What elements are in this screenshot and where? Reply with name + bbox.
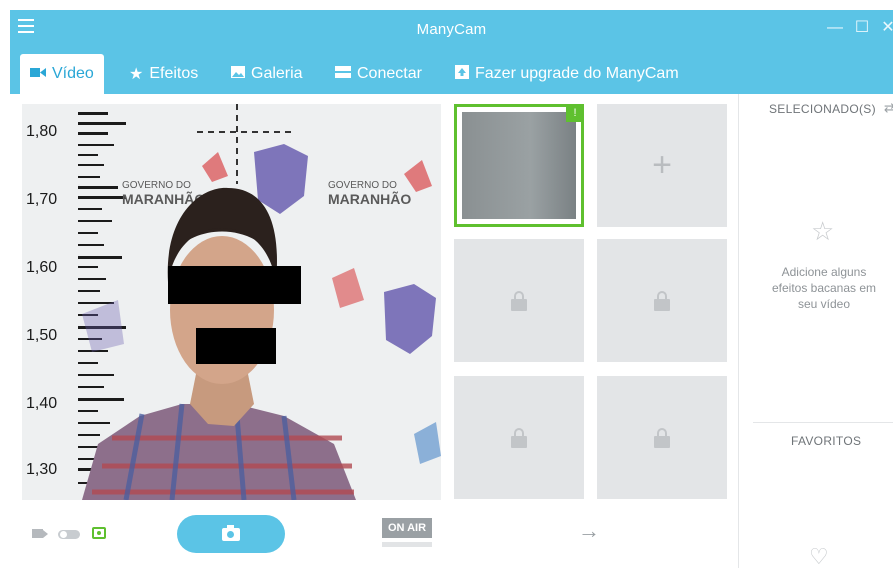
tab-upgrade[interactable]: Fazer upgrade do ManyCam [445,54,689,94]
minimize-icon[interactable]: — [825,18,845,38]
empty-effects-message: Adicione alguns efeitos bacanas em seu v… [771,265,877,311]
ruler-label: 1,70 [26,191,57,208]
plus-icon: + [652,146,672,184]
next-arrow-icon[interactable]: → [578,518,600,544]
video-mode-icon[interactable] [32,529,48,538]
banner-line: GOVERNO DO [122,180,191,191]
mode-toggle[interactable] [58,530,80,539]
tab-connect[interactable]: Conectar [325,54,432,94]
warning-badge-icon: ! [566,104,584,122]
selected-header: SELECIONADO(S) [769,102,876,116]
upgrade-arrow-icon [455,64,469,84]
tab-label: Vídeo [52,65,94,82]
maximize-icon[interactable]: ☐ [852,18,872,38]
tab-label: Fazer upgrade do ManyCam [475,65,679,82]
tab-gallery[interactable]: Galeria [221,54,313,94]
add-source-tile[interactable]: + [597,104,727,227]
locked-source-tile[interactable] [597,239,727,362]
banner-line: MARANHÃO [328,190,411,207]
bottom-controls: ON AIR → [22,508,722,558]
tab-video[interactable]: Vídeo [20,54,104,94]
tab-bar: Vídeo ★ Efeitos Galeria Conectar Fazer u… [10,50,893,94]
heart-outline-icon: ♡ [809,544,829,568]
ruler-label: 1,40 [26,395,57,412]
connect-icon [335,65,351,83]
banner-line: GOVERNO DO [328,180,397,191]
on-air-button[interactable]: ON AIR [382,518,432,538]
star-icon: ★ [129,66,144,83]
on-air-indicator [382,542,432,547]
camera-icon [222,525,240,541]
effects-panel: SELECIONADO(S) ⇄ ☆ Adicione alguns efeit… [738,94,893,568]
censor-bar-eyes [168,266,301,304]
swap-icon[interactable]: ⇄ [884,100,893,116]
lock-icon [653,291,671,311]
ruler-label: 1,80 [26,123,57,140]
divider [753,422,893,423]
tab-label: Galeria [251,65,303,82]
tab-label: Conectar [357,65,422,82]
lock-icon [510,428,528,448]
lock-icon [510,291,528,311]
locked-source-tile[interactable] [597,376,727,499]
censor-bar-mouth [196,328,276,364]
ruler-label: 1,30 [26,461,57,478]
video-camera-icon [30,65,46,83]
locked-source-tile[interactable] [454,239,584,362]
close-icon[interactable]: ✕ [878,18,893,38]
source-tile-webcam[interactable]: ! [454,104,584,227]
tab-label: Efeitos [149,65,199,82]
tab-effects[interactable]: ★ Efeitos [119,54,208,94]
video-frame: 1,80 1,70 1,60 1,50 1,40 1,30 GOVERNO DO… [22,104,441,500]
video-preview[interactable]: 1,80 1,70 1,60 1,50 1,40 1,30 GOVERNO DO… [22,104,441,500]
ruler-label: 1,60 [26,259,57,276]
image-icon [231,65,245,83]
ruler-label: 1,50 [26,327,57,344]
title-bar: ManyCam — ☐ ✕ [10,10,893,50]
star-outline-icon: ☆ [811,216,835,246]
locked-source-tile[interactable] [454,376,584,499]
webcam-thumbnail [462,112,576,219]
lock-icon [653,428,671,448]
take-snapshot-button[interactable] [177,515,285,553]
photo-mode-icon[interactable] [92,527,106,539]
window-title: ManyCam [416,21,487,38]
favorites-header: FAVORITOS [791,434,862,448]
